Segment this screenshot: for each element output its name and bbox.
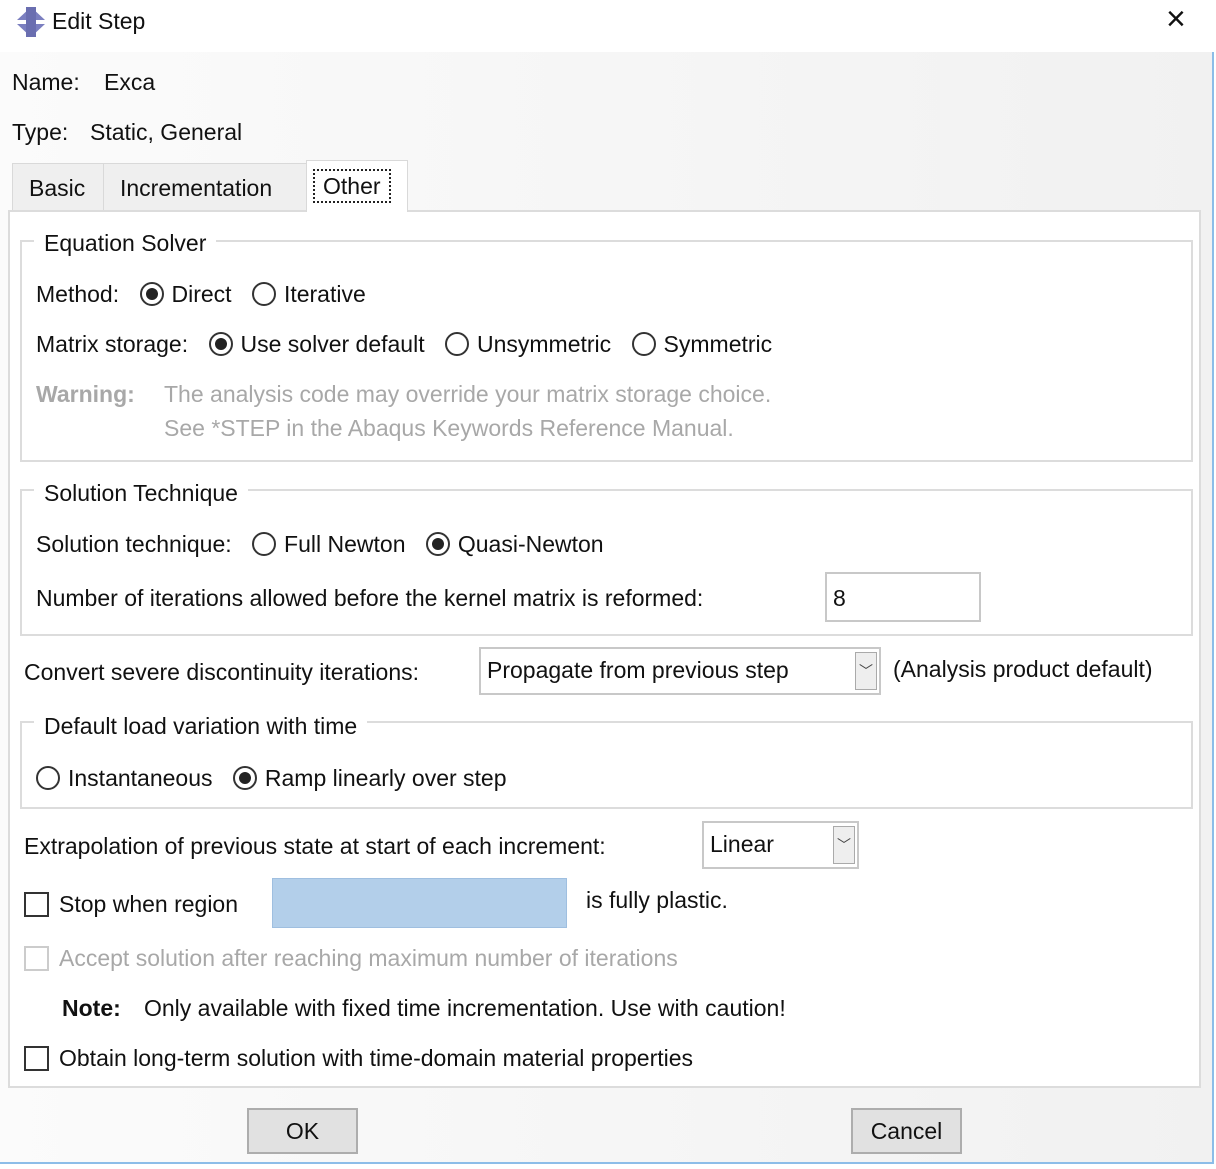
checkbox-icon: [24, 946, 49, 971]
radio-label: Use solver default: [240, 331, 425, 357]
radio-icon: [232, 766, 257, 790]
radio-icon: [251, 282, 276, 306]
method-row: Method: Direct Iterative: [36, 281, 380, 308]
load-variation-row: Instantaneous Ramp linearly over step: [36, 765, 521, 792]
warning-label: Warning:: [36, 381, 135, 407]
storage-symmetric-radio[interactable]: Symmetric: [631, 331, 773, 357]
equation-solver-title: Equation Solver: [34, 230, 217, 257]
tab-incrementation[interactable]: Incrementation: [103, 163, 307, 211]
select-value: Linear: [710, 831, 774, 857]
radio-icon: [252, 532, 277, 556]
tab-label: Incrementation: [120, 175, 273, 201]
checkbox-icon: [24, 1046, 49, 1071]
accept-solution-checkbox: Accept solution after reaching maximum n…: [24, 945, 678, 972]
solution-technique-title: Solution Technique: [34, 480, 248, 507]
warning-text-1: The analysis code may override your matr…: [164, 381, 772, 407]
radio-icon: [139, 282, 164, 306]
radio-icon: [444, 332, 469, 356]
quasi-newton-radio[interactable]: Quasi-Newton: [425, 531, 604, 557]
method-label: Method:: [36, 281, 120, 307]
tab-basic[interactable]: Basic: [12, 163, 104, 211]
tab-label: Other: [313, 169, 391, 203]
radio-icon: [36, 766, 60, 790]
note-label: Note:: [62, 995, 121, 1021]
extrapolation-label: Extrapolation of previous state at start…: [24, 833, 606, 859]
tab-other[interactable]: Other: [306, 160, 408, 212]
iterations-label: Number of iterations allowed before the …: [36, 585, 704, 611]
radio-icon: [631, 332, 656, 356]
type-label: Type:: [12, 119, 69, 145]
load-variation-title: Default load variation with time: [34, 713, 368, 740]
ok-button[interactable]: OK: [247, 1108, 358, 1154]
select-value: Propagate from previous step: [487, 657, 789, 683]
radio-label: Iterative: [283, 281, 366, 307]
cancel-button[interactable]: Cancel: [851, 1108, 962, 1154]
method-iterative-radio[interactable]: Iterative: [251, 281, 366, 307]
iterations-input[interactable]: 8: [825, 572, 981, 622]
region-field[interactable]: [272, 878, 567, 928]
close-icon[interactable]: ×: [1166, 0, 1186, 39]
discontinuity-note: (Analysis product default): [893, 656, 1153, 682]
note-text: Only available with fixed time increment…: [144, 995, 786, 1021]
checkbox-label: Stop when region: [59, 891, 239, 917]
storage-default-radio[interactable]: Use solver default: [208, 331, 425, 357]
name-label: Name:: [12, 69, 80, 95]
tab-label: Basic: [29, 175, 86, 201]
abaqus-step-icon: [17, 7, 45, 37]
radio-label: Unsymmetric: [476, 331, 612, 357]
radio-label: Instantaneous: [68, 765, 213, 791]
extrapolation-select[interactable]: Linear ﹀: [702, 821, 859, 869]
long-term-checkbox[interactable]: Obtain long-term solution with time-doma…: [24, 1045, 693, 1072]
chevron-down-icon[interactable]: ﹀: [833, 826, 855, 864]
solution-technique-group: [20, 489, 1193, 636]
iterations-value: 8: [833, 585, 846, 611]
ramp-linearly-radio[interactable]: Ramp linearly over step: [232, 765, 507, 791]
solution-technique-label: Solution technique:: [36, 531, 232, 557]
warning-text-2: See *STEP in the Abaqus Keywords Referen…: [164, 415, 734, 441]
radio-icon: [425, 532, 450, 556]
type-value: Static, General: [90, 119, 243, 145]
chevron-down-icon[interactable]: ﹀: [855, 652, 877, 690]
checkbox-icon: [24, 892, 49, 917]
discontinuity-label: Convert severe discontinuity iterations:: [24, 659, 420, 685]
full-newton-radio[interactable]: Full Newton: [252, 531, 405, 557]
discontinuity-select[interactable]: Propagate from previous step ﹀: [479, 647, 881, 695]
matrix-storage-label: Matrix storage:: [36, 331, 189, 357]
radio-label: Symmetric: [663, 331, 773, 357]
checkbox-label: Accept solution after reaching maximum n…: [59, 945, 678, 971]
checkbox-label: Obtain long-term solution with time-doma…: [59, 1045, 694, 1071]
matrix-storage-row: Matrix storage: Use solver default Unsym…: [36, 331, 786, 358]
name-value: Exca: [104, 69, 156, 95]
radio-label: Full Newton: [284, 531, 406, 557]
instantaneous-radio[interactable]: Instantaneous: [36, 765, 213, 791]
window-title: Edit Step: [52, 8, 146, 34]
radio-icon: [208, 332, 233, 356]
storage-unsymmetric-radio[interactable]: Unsymmetric: [444, 331, 612, 357]
method-direct-radio[interactable]: Direct: [139, 281, 232, 307]
title-bar: Edit Step ×: [0, 0, 1216, 52]
solution-technique-row: Solution technique: Full Newton Quasi-Ne…: [36, 531, 618, 558]
radio-label: Direct: [171, 281, 232, 307]
stop-region-checkbox[interactable]: Stop when region: [24, 891, 238, 918]
radio-label: Quasi-Newton: [457, 531, 604, 557]
fully-plastic-label: is fully plastic.: [586, 887, 728, 913]
radio-label: Ramp linearly over step: [264, 765, 507, 791]
